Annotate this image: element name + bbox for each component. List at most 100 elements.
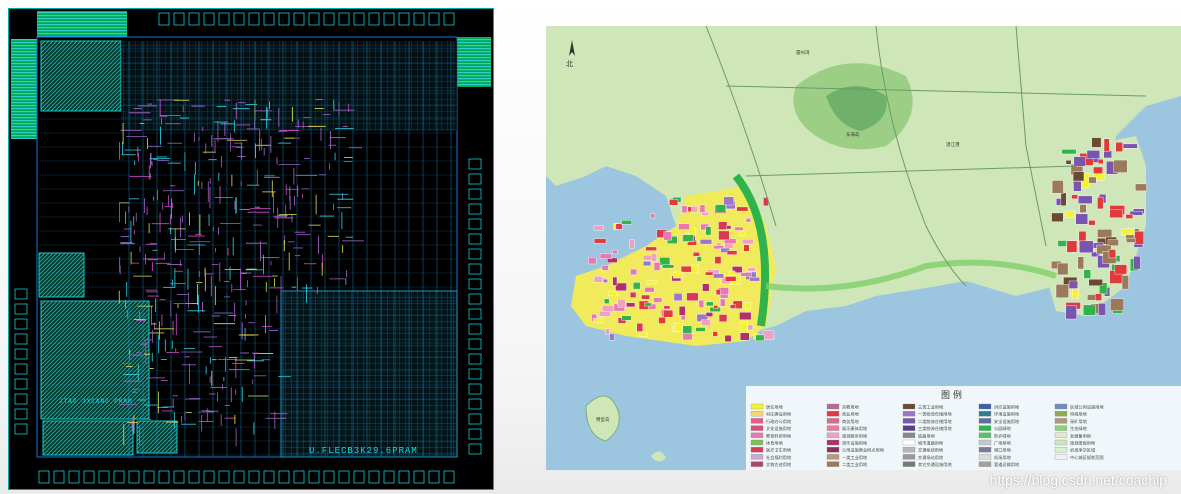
io-pad [14,423,28,435]
landuse-block [626,302,636,308]
landuse-block [672,271,683,279]
industrial-block [1068,280,1079,289]
legend-swatch [902,454,916,460]
landuse-block [669,199,679,206]
landuse-block [730,304,737,309]
io-pad [233,470,245,484]
legend-swatch [902,403,916,410]
landuse-block [745,302,751,311]
legend-swatch [978,411,992,417]
io-pad [248,470,260,484]
io-pad [468,278,482,290]
io-pad [158,470,170,484]
landuse-block [736,206,749,212]
landuse-block [604,298,610,304]
landuse-block [705,312,713,317]
landuse-block [674,323,683,332]
legend-label: 旅游服务用地 [842,432,868,439]
landuse-block [712,331,718,337]
landuse-block [726,250,738,255]
industrial-block [1108,249,1116,259]
landuse-block [662,264,675,269]
industrial-block [1072,288,1079,299]
legend-label: 机场净空区域 [1070,447,1096,454]
legend-swatch [750,454,764,460]
io-pad [468,263,482,275]
industrial-block [1073,181,1082,192]
landuse-block [615,223,623,230]
landuse-block [749,276,760,282]
io-pad [468,413,482,425]
io-pad [83,470,95,484]
io-pad [368,470,380,484]
landuse-block [681,205,688,214]
industrial-block [1060,192,1067,206]
landuse-block [653,297,663,303]
landuse-block [673,293,683,301]
io-pad [468,173,482,185]
industrial-block [1064,210,1075,219]
landuse-block [599,253,612,259]
legend-swatch [902,439,916,446]
legend-label: 一类工业用地 [842,454,868,461]
landuse-block [762,330,775,340]
legend-swatch [750,403,764,410]
landuse-block [720,298,726,307]
legend-label: 三类工业用地 [918,404,944,411]
landuse-block [755,334,765,342]
legend-label: 一类物流仓储用地 [918,411,952,418]
legend-swatch [750,411,764,417]
legend-swatch [826,411,840,417]
landuse-block [701,319,711,326]
legend-swatch [826,461,840,467]
industrial-block [1057,240,1067,247]
legend-label: 宗教用地 [842,404,860,411]
legend-swatch [902,418,916,424]
landuse-block [718,314,728,323]
landuse-block [701,212,710,216]
landuse-block [605,328,610,335]
landuse-block [682,234,694,242]
io-pad [368,12,380,26]
io-pad [53,470,65,484]
landuse-block [739,321,748,330]
industrial-block [1055,284,1069,298]
industrial-block [1091,137,1102,148]
io-pad [353,12,365,26]
landuse-block [705,226,712,236]
legend-swatch [902,411,916,417]
legend-label: 发展备用地 [1070,432,1092,439]
corner-block-top-left [37,11,127,37]
legend-swatch [978,425,992,431]
io-pad [428,470,440,484]
legend-label: 公用设施营业网点用地 [842,447,885,454]
landuse-block [723,196,735,206]
io-pad [14,393,28,405]
legend-label: 中心城区规划范围 [1070,454,1104,461]
landuse-block [621,220,632,225]
legend-label: 环境设施用地 [994,411,1020,418]
legend-swatch [1054,418,1068,424]
io-pad [468,218,482,230]
corner-block-top-right [457,37,491,87]
industrial-block [1110,298,1124,311]
landuse-block [617,299,626,308]
io-pad [98,470,110,484]
legend-swatch [750,418,764,424]
io-pad [14,348,28,360]
legend-swatch [1054,425,1068,431]
io-pad [468,383,482,395]
legend-label: 行政办公用地 [766,418,792,425]
landuse-block [630,268,637,276]
legend-label: 教育科研用地 [766,432,792,439]
city-landuse-map-image: 北 雷州湾 湛江港 东海岛 特呈岛 图 例 居住用地 村庄建设用地 行政办公用地 文化… [546,26,1181,470]
industrial-block [1120,228,1135,236]
legend-swatch [826,454,840,460]
io-pad [278,470,290,484]
landuse-block [642,254,652,261]
industrial-block [1113,159,1128,173]
io-pad [14,378,28,390]
landuse-block [742,238,754,245]
industrial-block [1097,229,1113,238]
legend-swatch [826,447,840,453]
